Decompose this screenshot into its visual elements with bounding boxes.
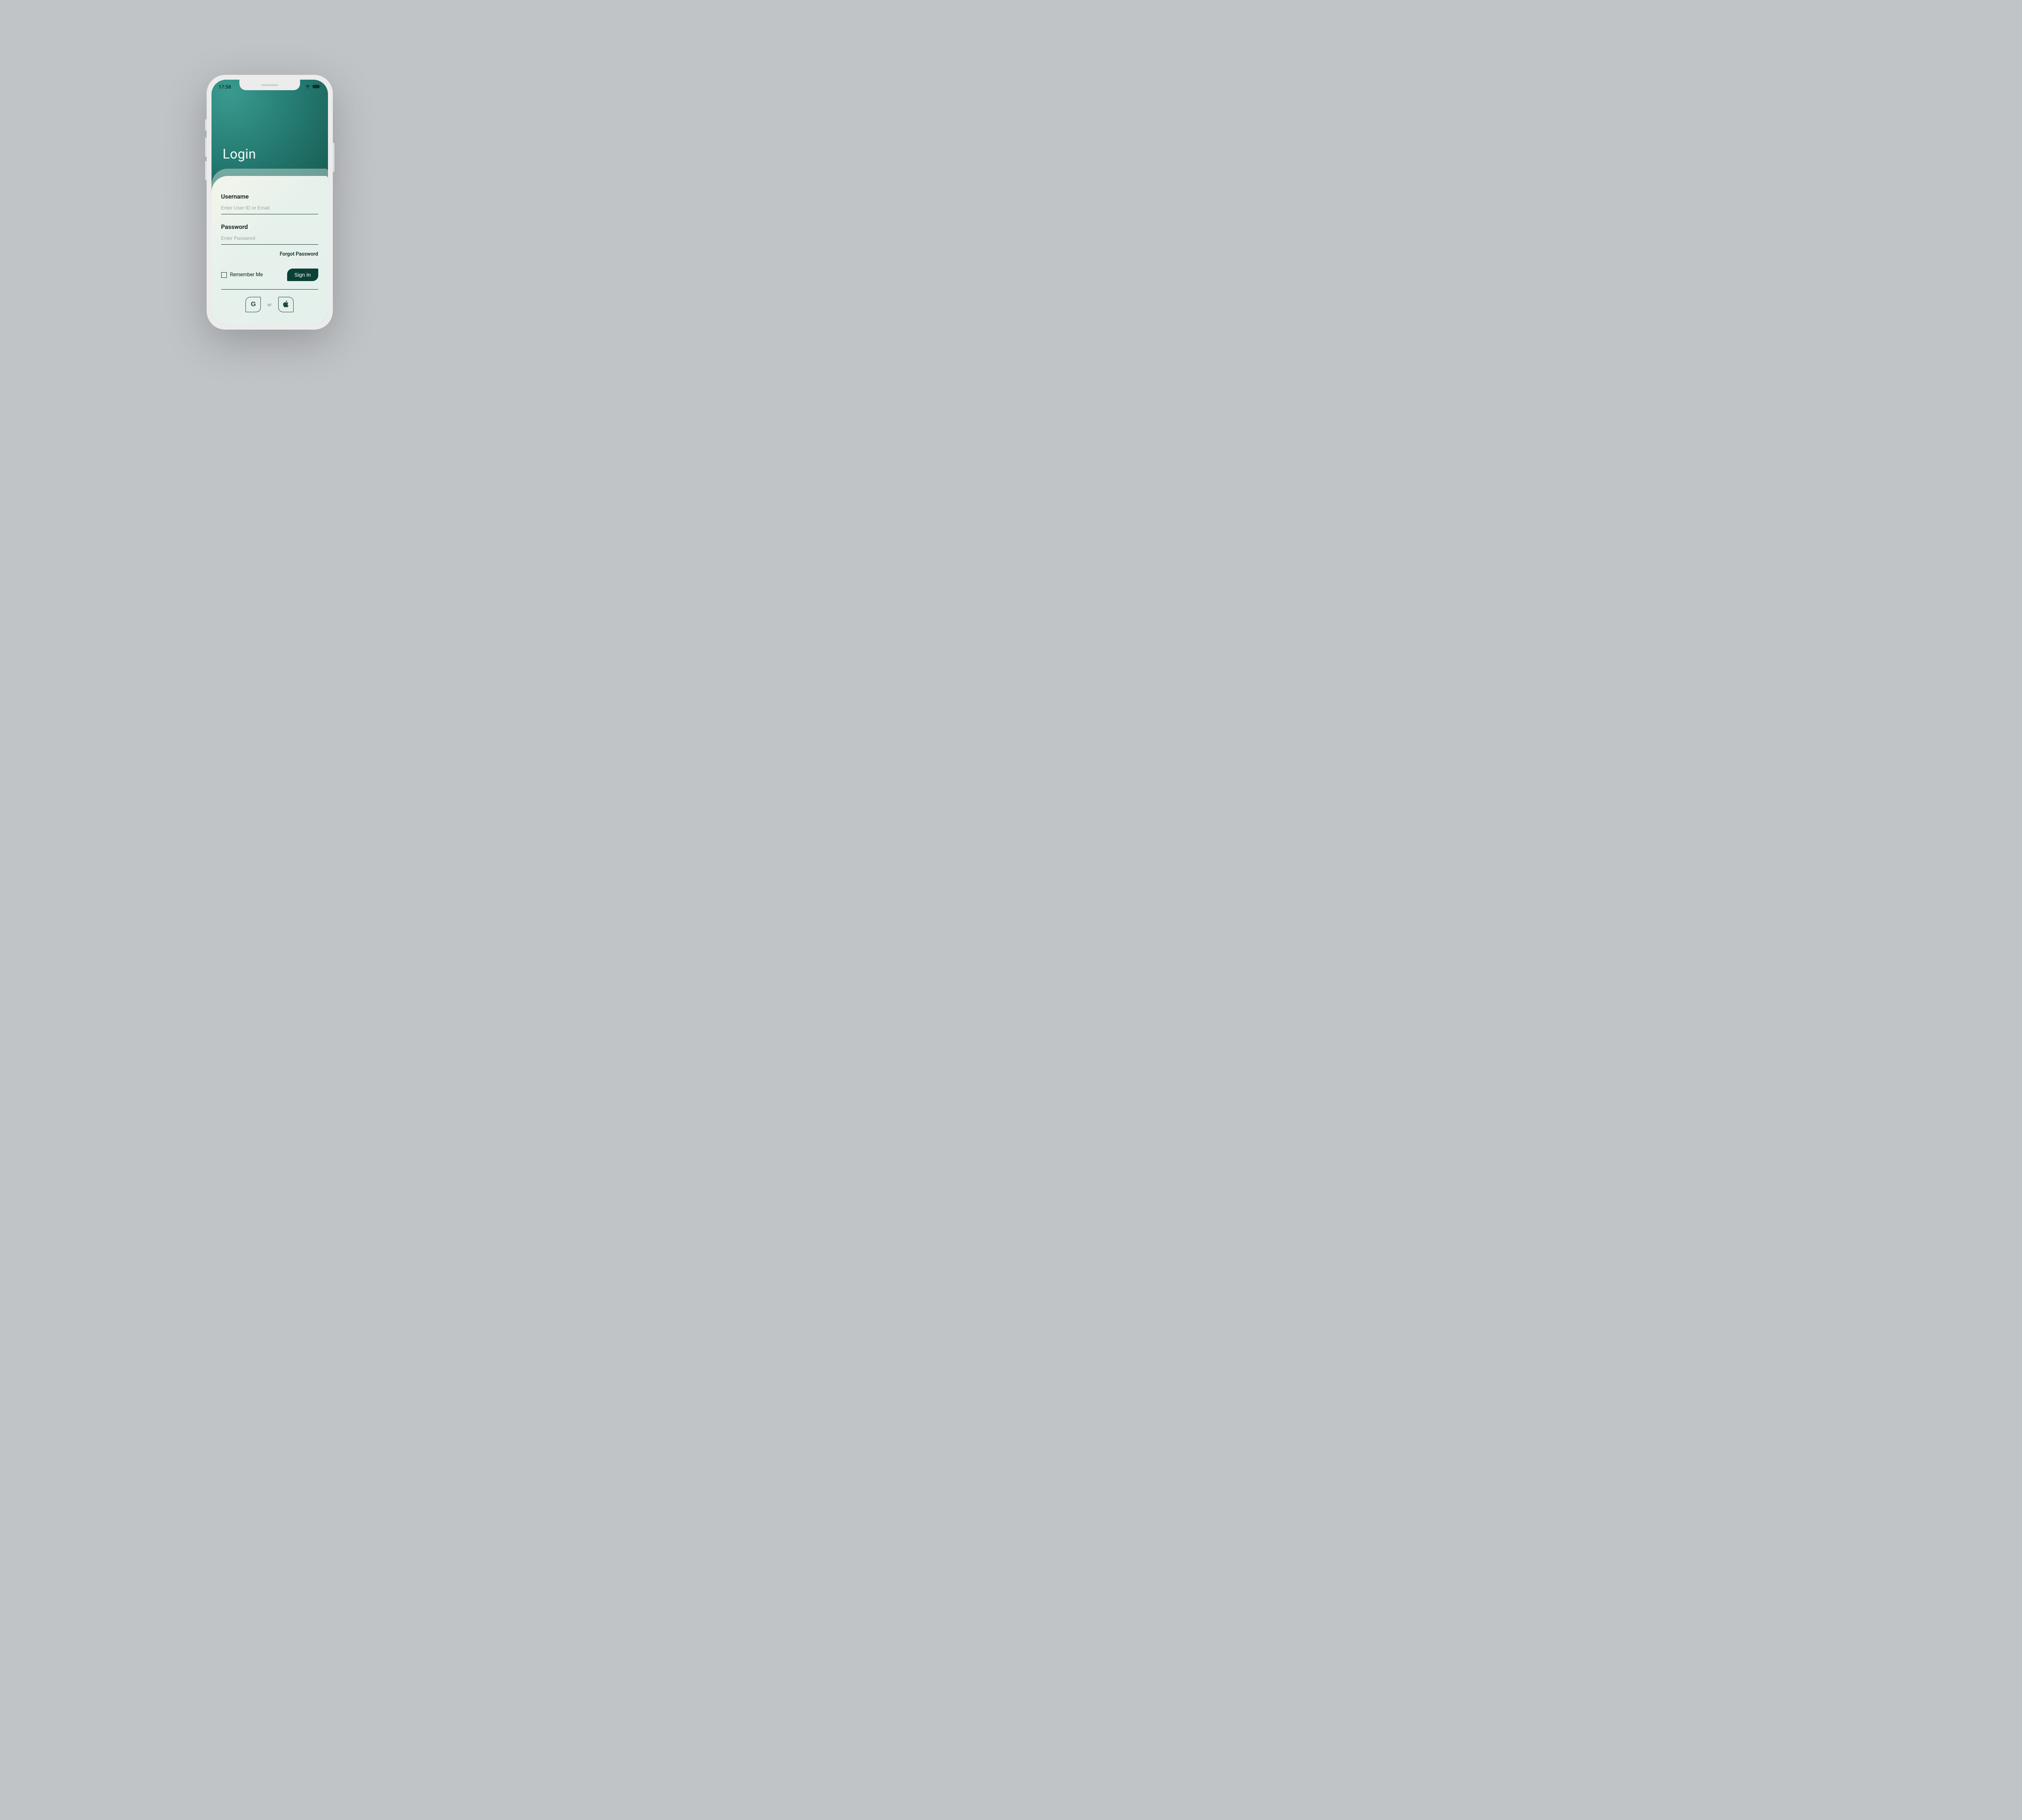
- status-indicators: [305, 84, 321, 90]
- wifi-icon: [305, 84, 311, 90]
- volume-down-button: [205, 161, 207, 180]
- password-field-block: Password: [221, 223, 318, 245]
- screen: 17:58 Login Username: [212, 80, 328, 325]
- phone-frame: 17:58 Login Username: [207, 75, 333, 330]
- remember-me-checkbox[interactable]: Remember Me: [221, 272, 263, 278]
- divider: [221, 289, 318, 290]
- apple-icon: [283, 301, 289, 309]
- login-header: Login: [212, 80, 328, 177]
- notch: [239, 80, 300, 90]
- actions-row: Remember Me Sign In: [221, 269, 318, 281]
- social-login-row: G or: [221, 297, 318, 312]
- google-icon: G: [251, 301, 256, 308]
- page-title: Login: [223, 146, 256, 162]
- username-label: Username: [221, 193, 318, 200]
- forgot-password-link[interactable]: Forgot Password: [221, 251, 318, 257]
- password-input[interactable]: [221, 234, 318, 245]
- username-input[interactable]: [221, 203, 318, 214]
- password-label: Password: [221, 223, 318, 231]
- remember-me-label: Remember Me: [230, 272, 263, 278]
- or-separator: or: [267, 302, 271, 307]
- speaker-grille: [261, 84, 278, 86]
- phone-mockup: 17:58 Login Username: [207, 75, 333, 330]
- battery-icon: [313, 84, 321, 90]
- sign-in-button[interactable]: Sign In: [287, 269, 318, 281]
- username-field-block: Username: [221, 193, 318, 214]
- checkbox-box: [221, 272, 227, 278]
- apple-login-button[interactable]: [278, 297, 294, 312]
- login-card: Username Password Forgot Password Rememb…: [212, 176, 328, 325]
- power-button: [333, 143, 334, 172]
- mute-switch: [205, 119, 207, 131]
- volume-up-button: [205, 138, 207, 157]
- google-login-button[interactable]: G: [245, 297, 261, 312]
- status-time: 17:58: [219, 84, 231, 90]
